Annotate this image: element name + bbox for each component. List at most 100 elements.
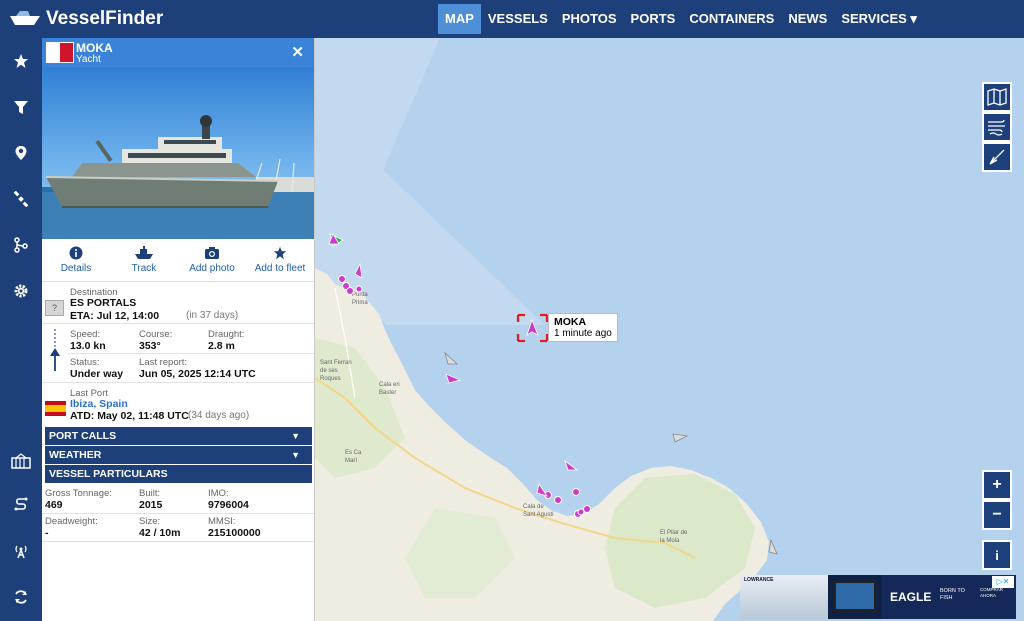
chevron-down-icon: ▼ bbox=[291, 431, 300, 441]
deadweight-value: - bbox=[45, 527, 49, 539]
route-icon[interactable] bbox=[0, 230, 42, 260]
tooltip-vessel-name: MOKA bbox=[554, 316, 587, 328]
last-report-label: Last report: bbox=[139, 357, 188, 368]
draught-value: 2.8 m bbox=[208, 340, 235, 352]
advertisement-banner[interactable]: LOWRANCE EAGLE BORN TO FISH COMPRAR AHOR… bbox=[740, 575, 1016, 619]
add-to-fleet-button[interactable]: Add to fleet bbox=[246, 239, 314, 281]
track-label: Track bbox=[131, 263, 157, 274]
gross-tonnage-value: 469 bbox=[45, 499, 63, 511]
port-calls-section[interactable]: PORT CALLS ▼ bbox=[45, 427, 312, 445]
vessel-name: MOKA bbox=[76, 41, 113, 55]
routes-planner-icon[interactable] bbox=[0, 490, 42, 520]
star-icon bbox=[273, 246, 287, 260]
divider bbox=[42, 541, 314, 542]
spain-flag-icon bbox=[45, 401, 66, 416]
map-info-button[interactable]: i bbox=[982, 540, 1012, 570]
nav-news[interactable]: NEWS bbox=[781, 4, 834, 34]
satellite-icon[interactable] bbox=[0, 184, 42, 214]
vessel-type: Yacht bbox=[76, 54, 101, 65]
filter-icon[interactable] bbox=[0, 92, 42, 122]
place-label: la Mola bbox=[660, 538, 680, 544]
add-to-fleet-label: Add to fleet bbox=[254, 263, 306, 274]
place-label: de ses bbox=[320, 368, 338, 374]
logo-text: VesselFinder bbox=[46, 8, 164, 29]
location-pin-icon[interactable] bbox=[0, 138, 42, 168]
place-label: Cala en bbox=[379, 382, 400, 388]
divider bbox=[42, 382, 314, 383]
details-label: Details bbox=[60, 263, 92, 274]
vessel-particulars-section[interactable]: VESSEL PARTICULARS bbox=[45, 465, 312, 483]
logo[interactable]: VesselFinder bbox=[8, 8, 163, 30]
left-toolbar bbox=[0, 38, 42, 621]
speed-value: 13.0 kn bbox=[70, 340, 106, 352]
map-area[interactable]: Punta Prima Sant Ferran de ses Roques Ca… bbox=[315, 38, 1024, 621]
add-photo-button[interactable]: Add photo bbox=[178, 239, 246, 281]
divider bbox=[68, 353, 314, 354]
refresh-icon[interactable] bbox=[0, 582, 42, 612]
vessel-photo[interactable] bbox=[42, 67, 314, 239]
nav-ports[interactable]: PORTS bbox=[624, 4, 683, 34]
wind-weather-icon[interactable] bbox=[982, 112, 1012, 142]
atd-note: (34 days ago) bbox=[188, 410, 250, 421]
mmsi-label: MMSI: bbox=[208, 516, 236, 527]
add-photo-label: Add photo bbox=[189, 263, 235, 274]
favorites-star-icon[interactable] bbox=[0, 46, 42, 76]
map-layers-icon[interactable] bbox=[982, 82, 1012, 112]
destination-value[interactable]: ES PORTALS bbox=[70, 297, 136, 309]
place-label: Roques bbox=[320, 376, 341, 382]
gross-tonnage-label: Gross Tonnage: bbox=[45, 488, 112, 499]
ship-track-icon bbox=[135, 246, 153, 259]
place-label: Cala de bbox=[523, 504, 544, 510]
nav-vessels[interactable]: VESSELS bbox=[481, 4, 555, 34]
weather-label: WEATHER bbox=[49, 449, 102, 461]
place-label: Sant Ferran bbox=[320, 360, 352, 366]
nav-photos[interactable]: PHOTOS bbox=[555, 4, 624, 34]
logo-ship-icon bbox=[10, 11, 40, 25]
main-nav: MAP VESSELS PHOTOS PORTS CONTAINERS NEWS… bbox=[438, 4, 924, 34]
chevron-down-icon: ▼ bbox=[291, 450, 300, 460]
container-icon[interactable] bbox=[0, 446, 42, 476]
top-navigation-bar: VesselFinder MAP VESSELS PHOTOS PORTS CO… bbox=[0, 0, 1024, 38]
imo-value: 9796004 bbox=[208, 499, 249, 511]
measure-compass-icon[interactable] bbox=[982, 142, 1012, 172]
info-circle-icon bbox=[69, 246, 83, 260]
draught-label: Draught: bbox=[208, 329, 245, 340]
vessel-info-panel: MOKA Yacht ✕ Details Track Add photo Add… bbox=[42, 38, 315, 621]
place-label: Baster bbox=[379, 390, 396, 396]
nav-map[interactable]: MAP bbox=[438, 4, 481, 34]
camera-icon bbox=[205, 247, 219, 259]
course-arrow-icon bbox=[50, 329, 60, 371]
zoom-in-button[interactable]: + bbox=[982, 470, 1012, 500]
zoom-out-button[interactable]: − bbox=[982, 500, 1012, 530]
speed-label: Speed: bbox=[70, 329, 101, 340]
malta-flag-icon bbox=[46, 42, 74, 63]
adchoices-icon[interactable]: ▷✕ bbox=[992, 576, 1014, 588]
map-canvas[interactable]: Punta Prima Sant Ferran de ses Roques Ca… bbox=[315, 38, 1024, 621]
ad-tagline: BORN TO FISH bbox=[940, 588, 965, 601]
course-value: 353° bbox=[139, 340, 161, 352]
ad-device-image bbox=[828, 575, 882, 619]
place-label: Es Ca bbox=[345, 450, 362, 456]
eta-note: (in 37 days) bbox=[186, 310, 239, 321]
close-icon[interactable]: ✕ bbox=[291, 43, 304, 61]
course-label: Course: bbox=[139, 329, 173, 340]
ad-cta[interactable]: COMPRAR AHORA bbox=[980, 587, 1012, 599]
last-port-link[interactable]: Ibiza, Spain bbox=[70, 398, 128, 410]
nav-containers[interactable]: CONTAINERS bbox=[682, 4, 781, 34]
built-label: Built: bbox=[139, 488, 161, 499]
imo-label: IMO: bbox=[208, 488, 229, 499]
weather-section[interactable]: WEATHER ▼ bbox=[45, 446, 312, 464]
ad-product: EAGLE bbox=[890, 590, 932, 604]
vessel-tooltip[interactable]: MOKA 1 minute ago bbox=[548, 313, 618, 342]
size-label: Size: bbox=[139, 516, 161, 527]
last-report-value: Jun 05, 2025 12:14 UTC bbox=[139, 368, 256, 380]
antenna-icon[interactable] bbox=[0, 536, 42, 566]
track-button[interactable]: Track bbox=[110, 239, 178, 281]
nav-services[interactable]: SERVICES ▾ bbox=[834, 4, 924, 34]
vessel-actions-bar: Details Track Add photo Add to fleet bbox=[42, 239, 314, 282]
place-label: El Pilar de bbox=[660, 530, 688, 536]
atd-value: ATD: May 02, 11:48 UTC bbox=[70, 410, 189, 422]
settings-gear-icon[interactable] bbox=[0, 276, 42, 306]
vessel-header: MOKA Yacht ✕ bbox=[42, 38, 314, 67]
details-button[interactable]: Details bbox=[42, 239, 110, 281]
